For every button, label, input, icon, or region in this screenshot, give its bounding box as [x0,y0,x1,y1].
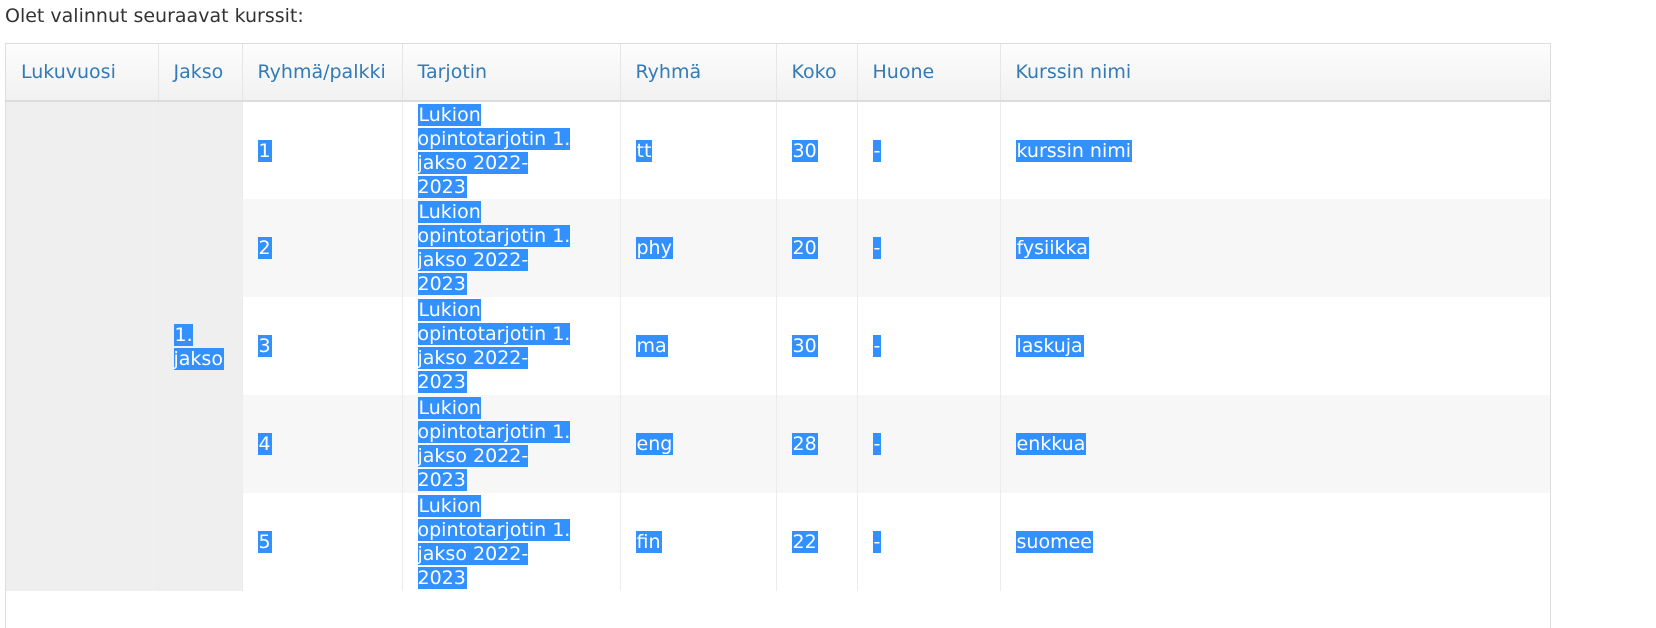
huone-cell: - [857,297,1001,395]
column-header-ryhma[interactable]: Ryhmä [620,44,777,102]
palkki-cell: 3 [242,297,403,395]
tarjotin-cell: Lukion opintotarjotin 1. jakso 2022-2023 [402,395,621,493]
column-header-kurssin-nimi[interactable]: Kurssin nimi [1000,44,1550,102]
column-header-huone[interactable]: Huone [857,44,1001,102]
kurssin-nimi-cell: suomee [1000,493,1550,591]
huone-cell: - [857,101,1001,199]
koko-cell: 20 [776,199,858,297]
column-header-lukuvuosi[interactable]: Lukuvuosi [6,44,159,102]
palkki-cell: 1 [242,101,403,199]
selected-courses-table: Lukuvuosi Jakso Ryhmä/palkki Tarjotin Ry… [6,44,1550,591]
huone-cell: - [857,493,1001,591]
table-row: 1. jakso 1 Lukion opintotarjotin 1. jaks… [6,101,1550,591]
palkki-cell: 4 [242,395,403,493]
jakso-value: 1. jakso [173,323,224,370]
palkki-cell: 2 [242,199,403,297]
selected-courses-table-container: Lukuvuosi Jakso Ryhmä/palkki Tarjotin Ry… [5,43,1551,628]
tarjotin-cell: Lukion opintotarjotin 1. jakso 2022-2023 [402,297,621,395]
column-header-koko[interactable]: Koko [776,44,858,102]
huone-cell: - [857,395,1001,493]
intro-text: Olet valinnut seuraavat kurssit: [5,5,304,27]
ryhma-cell: phy [620,199,777,297]
kurssin-nimi-cell: fysiikka [1000,199,1550,297]
ryhma-cell: tt [620,101,777,199]
tarjotin-cell: Lukion opintotarjotin 1. jakso 2022-2023 [402,493,621,591]
tarjotin-cell: Lukion opintotarjotin 1. jakso 2022-2023 [402,199,621,297]
lukuvuosi-cell [6,101,159,591]
tarjotin-cell: Lukion opintotarjotin 1. jakso 2022-2023 [402,101,621,199]
palkki-cell: 5 [242,493,403,591]
table-header-row: Lukuvuosi Jakso Ryhmä/palkki Tarjotin Ry… [6,44,1550,102]
koko-cell: 30 [776,101,858,199]
column-header-tarjotin[interactable]: Tarjotin [402,44,621,102]
kurssin-nimi-cell: laskuja [1000,297,1550,395]
koko-cell: 28 [776,395,858,493]
ryhma-cell: ma [620,297,777,395]
kurssin-nimi-cell: enkkua [1000,395,1550,493]
koko-cell: 22 [776,493,858,591]
ryhma-cell: eng [620,395,777,493]
huone-cell: - [857,199,1001,297]
koko-cell: 30 [776,297,858,395]
kurssin-nimi-cell: kurssin nimi [1000,101,1550,199]
column-header-ryhma-palkki[interactable]: Ryhmä/palkki [242,44,403,102]
ryhma-cell: fin [620,493,777,591]
jakso-cell: 1. jakso [158,101,243,591]
column-header-jakso[interactable]: Jakso [158,44,243,102]
